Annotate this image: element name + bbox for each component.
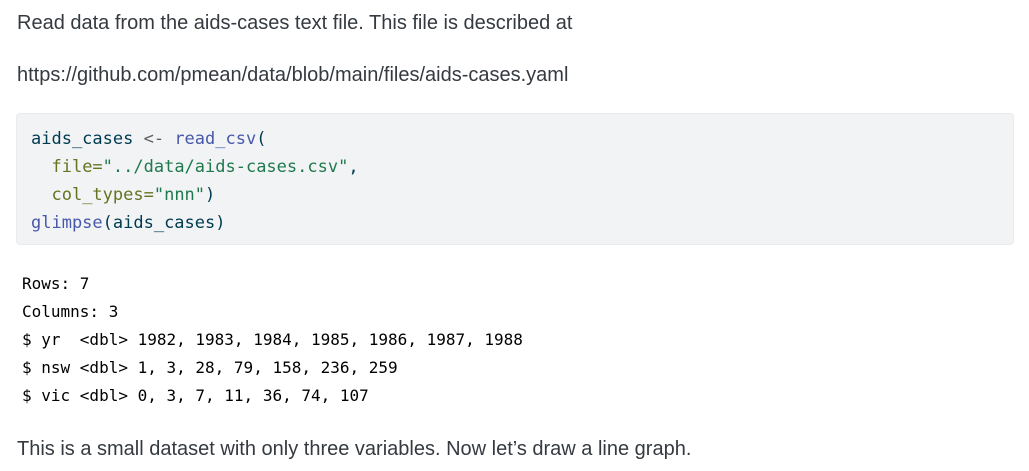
output-line: $ yr <dbl> 1982, 1983, 1984, 1985, 1986,… [22, 330, 523, 349]
code-line-1: aids_cases <- read_csv( [31, 125, 999, 153]
code-line-4: glimpse(aids_cases) [31, 209, 999, 237]
yaml-url-text: https://github.com/pmean/data/blob/main/… [17, 64, 569, 86]
code-line-2: file="../data/aids-cases.csv", [31, 153, 999, 181]
code-function: read_csv [174, 129, 257, 149]
intro-paragraph: Read data from the aids-cases text file.… [17, 12, 573, 34]
assign-operator: <- [133, 129, 175, 149]
code-comma: , [348, 157, 359, 177]
code-block: aids_cases <- read_csv( file="../data/ai… [16, 113, 1014, 245]
code-variable: aids_cases [31, 129, 134, 149]
console-output: Rows: 7 Columns: 3 $ yr <dbl> 1982, 1983… [22, 270, 523, 410]
code-string: "../data/aids-cases.csv" [102, 157, 349, 177]
code-line-3: col_types="nnn") [31, 181, 999, 209]
code-argument: file= [51, 157, 103, 177]
code-paren: ) [205, 185, 216, 205]
output-line: Rows: 7 [22, 274, 90, 293]
output-line: Columns: 3 [22, 302, 119, 321]
code-arguments: (aids_cases) [102, 213, 226, 233]
outro-paragraph: This is a small dataset with only three … [17, 438, 692, 460]
output-line: $ nsw <dbl> 1, 3, 28, 79, 158, 236, 259 [22, 358, 398, 377]
code-argument: col_types= [51, 185, 154, 205]
code-function: glimpse [31, 213, 103, 233]
code-string: "nnn" [153, 185, 206, 205]
code-paren: ( [256, 129, 267, 149]
output-line: $ vic <dbl> 0, 3, 7, 11, 36, 74, 107 [22, 386, 369, 405]
